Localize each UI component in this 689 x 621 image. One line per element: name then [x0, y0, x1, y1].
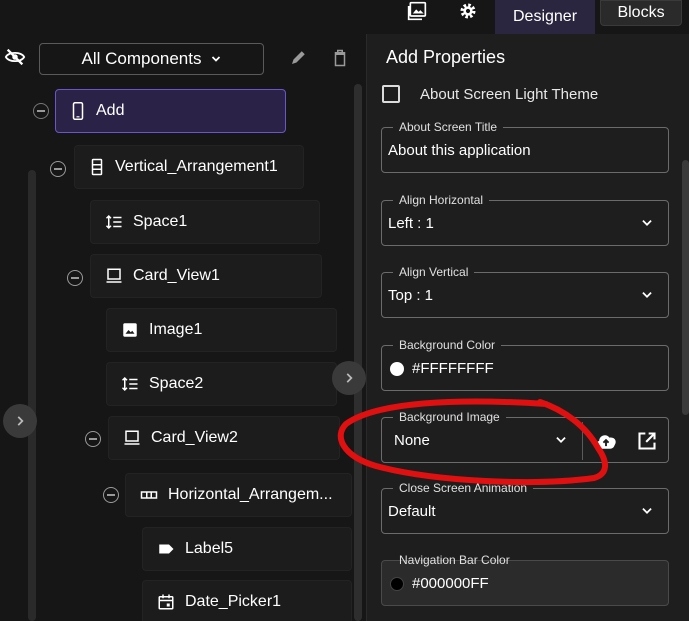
- tree-node-vertical-arrangement1[interactable]: Vertical_Arrangement1: [74, 145, 304, 189]
- align-horizontal-select[interactable]: Align Horizontal Left : 1: [381, 192, 669, 246]
- line-spacing-icon: [121, 376, 138, 392]
- tree-node-date-picker1[interactable]: Date_Picker1: [142, 580, 352, 621]
- collapse-icon[interactable]: [103, 487, 119, 503]
- card-view-icon: [106, 268, 122, 283]
- light-theme-checkbox[interactable]: [382, 85, 400, 103]
- card-view-icon: [124, 430, 140, 445]
- expand-properties-button[interactable]: [332, 361, 366, 395]
- chevron-right-icon: [346, 373, 353, 383]
- component-filter-select[interactable]: All Components: [39, 43, 264, 75]
- phone-icon: [72, 102, 84, 120]
- tab-designer[interactable]: Designer: [495, 0, 595, 34]
- tree-node-label: Label5: [185, 540, 234, 557]
- top-bar: Designer Blocks: [0, 0, 689, 34]
- chevron-down-icon[interactable]: [554, 433, 568, 447]
- gear-icon[interactable]: [456, 0, 480, 22]
- field-legend: About Screen Title: [393, 119, 504, 135]
- eye-off-icon[interactable]: [2, 44, 28, 70]
- tree-node-label: Vertical_Arrangement1: [115, 158, 278, 175]
- tree-node-label: Card_View2: [151, 429, 238, 446]
- tree-node-label5[interactable]: Label5: [142, 527, 352, 571]
- component-filter-label: All Components: [81, 49, 202, 68]
- cloud-upload-icon[interactable]: [594, 429, 618, 453]
- field-legend: Close Screen Animation: [393, 480, 534, 496]
- field-value: #000000FF: [412, 575, 489, 592]
- align-vertical-select[interactable]: Align Vertical Top : 1: [381, 264, 669, 318]
- tree-node-card-view2[interactable]: Card_View2: [108, 416, 340, 460]
- field-value: About this application: [388, 142, 531, 159]
- pencil-icon[interactable]: [287, 47, 309, 69]
- field-legend: Navigation Bar Color: [399, 553, 510, 567]
- field-value[interactable]: None: [394, 432, 430, 449]
- vertical-arrangement-icon: [91, 158, 103, 176]
- tab-blocks[interactable]: Blocks: [600, 0, 682, 26]
- tree-node-horizontal-arrangement[interactable]: Horizontal_Arrangem...: [125, 473, 352, 517]
- navigation-bar-color-field[interactable]: Navigation Bar Color #000000FF: [381, 553, 669, 606]
- field-value: Top : 1: [388, 287, 434, 304]
- collapse-icon[interactable]: [67, 270, 83, 286]
- field-legend: Background Image: [393, 409, 506, 425]
- divider: [582, 422, 583, 460]
- background-color-field[interactable]: Background Color #FFFFFFFF: [381, 337, 669, 391]
- collapse-icon[interactable]: [85, 431, 101, 447]
- tree-node-label: Horizontal_Arrangem...: [168, 486, 333, 503]
- color-swatch: [390, 362, 404, 376]
- trash-icon[interactable]: [329, 47, 351, 69]
- tree-node-image1[interactable]: Image1: [106, 308, 337, 352]
- tree-node-space2[interactable]: Space2: [106, 362, 337, 406]
- gallery-icon[interactable]: [405, 0, 429, 22]
- tree-node-label: Add: [96, 102, 125, 119]
- tree-node-add[interactable]: Add: [55, 89, 286, 133]
- chevron-right-icon: [17, 416, 24, 426]
- color-swatch: [390, 577, 404, 591]
- open-in-new-icon[interactable]: [635, 429, 659, 453]
- field-value: #FFFFFFFF: [412, 360, 494, 377]
- horizontal-arrangement-icon: [140, 491, 158, 499]
- tree-node-label: Card_View1: [133, 267, 220, 284]
- collapse-icon[interactable]: [33, 103, 49, 119]
- chevron-down-icon: [642, 292, 652, 298]
- tree-scrollbar[interactable]: [354, 84, 362, 621]
- tree-node-space1[interactable]: Space1: [90, 200, 320, 244]
- collapse-icon[interactable]: [50, 161, 66, 177]
- field-legend: Background Color: [393, 337, 502, 353]
- properties-scrollbar[interactable]: [682, 160, 689, 415]
- background-image-field: Background Image None: [381, 409, 669, 463]
- field-value: Left : 1: [388, 215, 434, 232]
- properties-title: Add Properties: [386, 47, 506, 67]
- left-panel-rail: [28, 170, 36, 621]
- field-value: Default: [388, 503, 436, 520]
- calendar-icon: [158, 594, 174, 610]
- image-icon: [123, 323, 137, 337]
- field-legend: Align Horizontal: [393, 192, 490, 208]
- tree-node-label: Date_Picker1: [185, 593, 282, 610]
- expand-left-panel-button[interactable]: [3, 404, 37, 438]
- about-title-field[interactable]: About Screen Title About this applicatio…: [381, 119, 669, 173]
- light-theme-label: About Screen Light Theme: [420, 86, 599, 103]
- chevron-down-icon: [642, 508, 652, 514]
- tree-node-label: Space1: [133, 213, 188, 230]
- close-screen-animation-select[interactable]: Close Screen Animation Default: [381, 480, 669, 534]
- chevron-down-icon: [642, 220, 652, 226]
- tree-node-label: Image1: [149, 321, 203, 338]
- field-legend: Align Vertical: [393, 264, 475, 280]
- tree-node-card-view1[interactable]: Card_View1: [90, 254, 322, 298]
- label-icon: [159, 544, 174, 554]
- line-spacing-icon: [105, 214, 122, 230]
- tree-node-label: Space2: [149, 375, 204, 392]
- chevron-down-icon: [211, 56, 220, 62]
